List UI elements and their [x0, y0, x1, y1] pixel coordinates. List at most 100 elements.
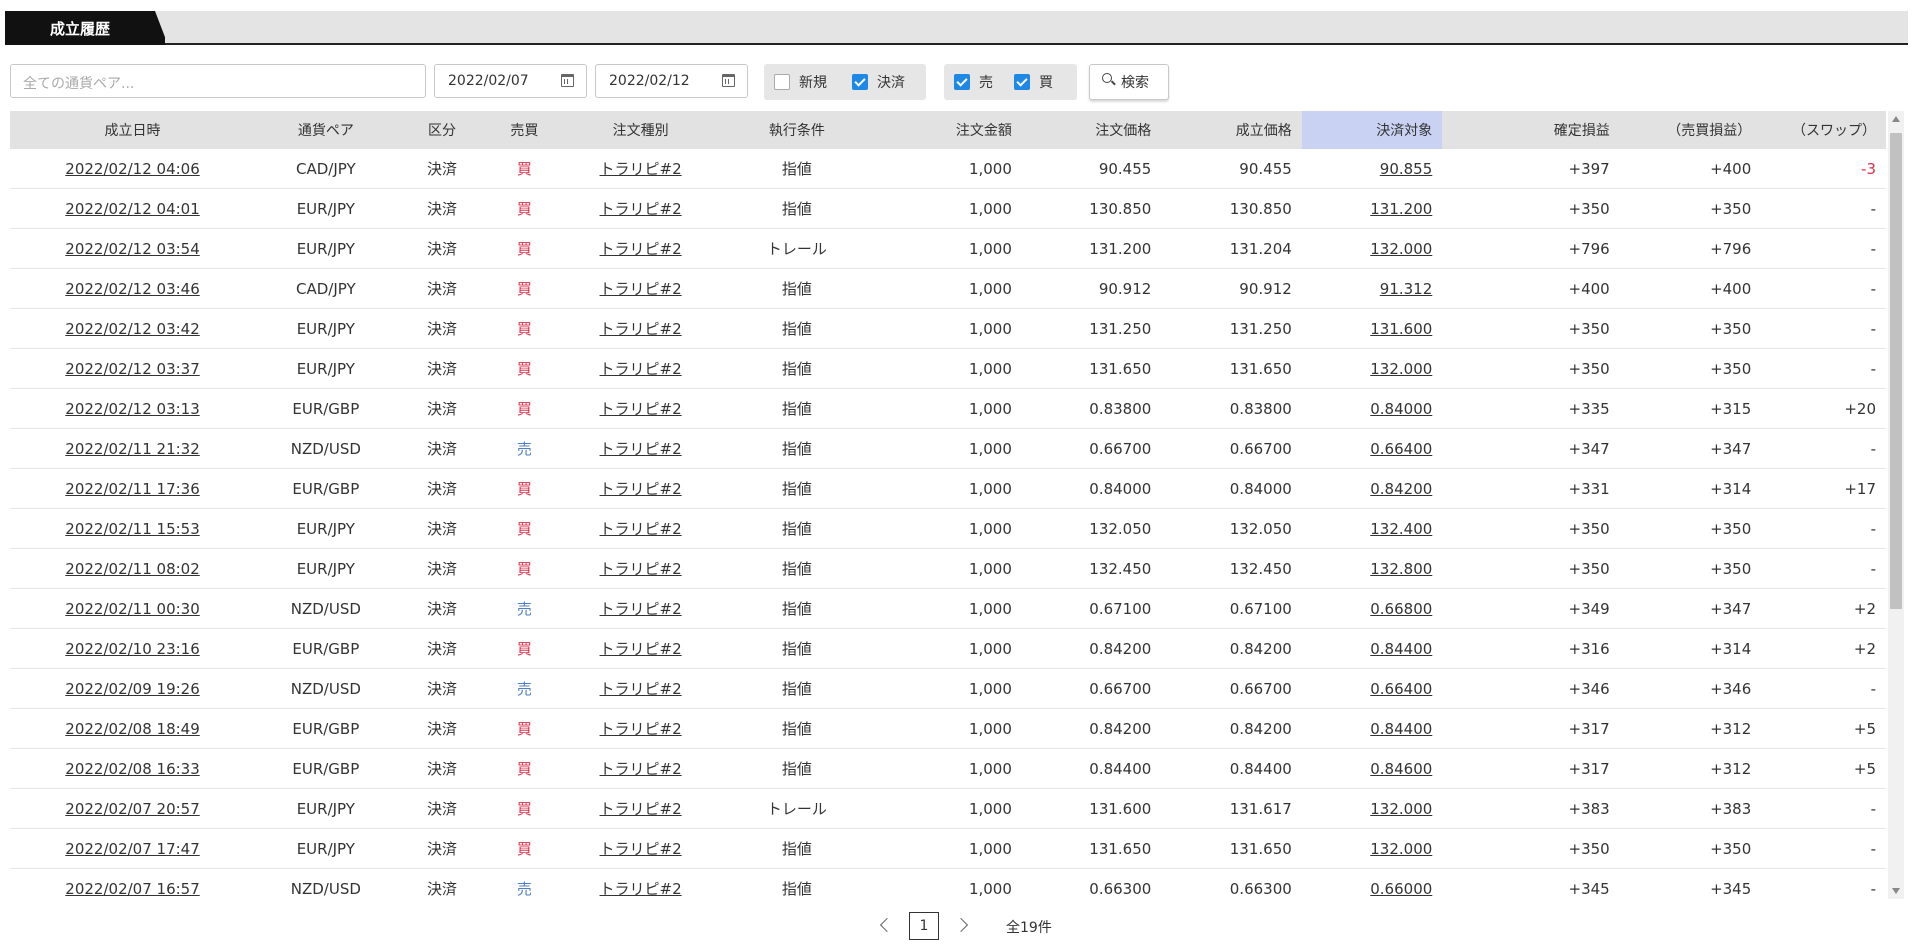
order-type-cell[interactable]: トラリピ#2 — [561, 708, 720, 749]
calendar-icon[interactable] — [722, 74, 735, 87]
order-type-cell-value[interactable]: トラリピ#2 — [600, 640, 682, 658]
order-type-cell[interactable]: トラリピ#2 — [561, 668, 720, 709]
settle-target-cell[interactable]: 0.66000 — [1301, 868, 1443, 899]
checkbox-settle-box[interactable] — [852, 74, 868, 90]
datetime-cell[interactable]: 2022/02/11 08:02 — [10, 548, 256, 589]
scrollbar-thumb[interactable] — [1890, 133, 1902, 609]
settle-target-cell-value[interactable]: 132.000 — [1370, 360, 1432, 378]
settle-target-cell[interactable]: 132.000 — [1301, 348, 1443, 389]
checkbox-buy[interactable]: 買 — [1014, 72, 1053, 92]
date-from-field[interactable]: 2022/02/07 — [434, 64, 587, 98]
vertical-scrollbar[interactable] — [1888, 111, 1904, 899]
settle-target-cell[interactable]: 131.200 — [1301, 188, 1443, 229]
date-to-field[interactable]: 2022/02/12 — [595, 64, 748, 98]
order-type-cell-value[interactable]: トラリピ#2 — [600, 200, 682, 218]
calendar-icon[interactable] — [561, 74, 574, 87]
datetime-cell[interactable]: 2022/02/12 03:46 — [10, 268, 256, 309]
datetime-cell-value[interactable]: 2022/02/07 16:57 — [65, 880, 199, 898]
settle-target-cell-value[interactable]: 131.200 — [1370, 200, 1432, 218]
order-type-cell-value[interactable]: トラリピ#2 — [600, 600, 682, 618]
order-type-cell-value[interactable]: トラリピ#2 — [600, 800, 682, 818]
settle-target-cell[interactable]: 0.84400 — [1301, 628, 1443, 669]
checkbox-new-box[interactable] — [774, 74, 790, 90]
chevron-right-icon[interactable] — [953, 917, 969, 933]
order-type-cell[interactable]: トラリピ#2 — [561, 428, 720, 469]
datetime-cell[interactable]: 2022/02/08 16:33 — [10, 748, 256, 789]
settle-target-cell-value[interactable]: 0.66400 — [1370, 440, 1432, 458]
datetime-cell[interactable]: 2022/02/11 00:30 — [10, 588, 256, 629]
datetime-cell-value[interactable]: 2022/02/12 03:13 — [65, 400, 199, 418]
settle-target-cell-value[interactable]: 0.84200 — [1370, 480, 1432, 498]
settle-target-cell-value[interactable]: 132.800 — [1370, 560, 1432, 578]
settle-target-cell-value[interactable]: 91.312 — [1380, 280, 1433, 298]
order-type-cell[interactable]: トラリピ#2 — [561, 348, 720, 389]
col-header[interactable]: 執行条件 — [719, 111, 875, 149]
chevron-left-icon[interactable] — [879, 917, 895, 933]
order-type-cell[interactable]: トラリピ#2 — [561, 748, 720, 789]
settle-target-cell[interactable]: 91.312 — [1301, 268, 1443, 309]
settle-target-cell[interactable]: 131.600 — [1301, 308, 1443, 349]
datetime-cell[interactable]: 2022/02/11 21:32 — [10, 428, 256, 469]
settle-target-cell-value[interactable]: 0.84400 — [1370, 720, 1432, 738]
datetime-cell[interactable]: 2022/02/12 04:06 — [10, 149, 256, 189]
settle-target-cell[interactable]: 0.66400 — [1301, 428, 1443, 469]
checkbox-new[interactable]: 新規 — [774, 72, 827, 92]
datetime-cell-value[interactable]: 2022/02/11 17:36 — [65, 480, 199, 498]
datetime-cell-value[interactable]: 2022/02/09 19:26 — [65, 680, 199, 698]
col-header[interactable]: 成立日時 — [10, 111, 256, 149]
scroll-down-icon[interactable] — [1892, 888, 1900, 894]
datetime-cell[interactable]: 2022/02/08 18:49 — [10, 708, 256, 749]
order-type-cell-value[interactable]: トラリピ#2 — [600, 400, 682, 418]
datetime-cell[interactable]: 2022/02/12 03:13 — [10, 388, 256, 429]
order-type-cell[interactable]: トラリピ#2 — [561, 149, 720, 189]
settle-target-cell-value[interactable]: 90.855 — [1380, 160, 1433, 178]
datetime-cell-value[interactable]: 2022/02/08 16:33 — [65, 760, 199, 778]
settle-target-cell-value[interactable]: 132.000 — [1370, 800, 1432, 818]
datetime-cell-value[interactable]: 2022/02/12 04:01 — [65, 200, 199, 218]
settle-target-cell[interactable]: 90.855 — [1301, 149, 1443, 189]
settle-target-cell-value[interactable]: 132.000 — [1370, 840, 1432, 858]
settle-target-cell-value[interactable]: 0.66800 — [1370, 600, 1432, 618]
settle-target-cell[interactable]: 0.84000 — [1301, 388, 1443, 429]
settle-target-cell-value[interactable]: 0.84600 — [1370, 760, 1432, 778]
datetime-cell[interactable]: 2022/02/11 15:53 — [10, 508, 256, 549]
order-type-cell[interactable]: トラリピ#2 — [561, 388, 720, 429]
datetime-cell[interactable]: 2022/02/12 03:54 — [10, 228, 256, 269]
currency-pair-input[interactable]: 全ての通貨ペア... — [10, 64, 426, 98]
order-type-cell[interactable]: トラリピ#2 — [561, 268, 720, 309]
datetime-cell[interactable]: 2022/02/07 20:57 — [10, 788, 256, 829]
col-header[interactable]: （スワップ） — [1761, 111, 1886, 149]
settle-target-cell[interactable]: 0.84400 — [1301, 708, 1443, 749]
order-type-cell-value[interactable]: トラリピ#2 — [600, 320, 682, 338]
order-type-cell-value[interactable]: トラリピ#2 — [600, 160, 682, 178]
order-type-cell[interactable]: トラリピ#2 — [561, 308, 720, 349]
order-type-cell-value[interactable]: トラリピ#2 — [600, 520, 682, 538]
col-header[interactable]: （売買損益） — [1619, 111, 1762, 149]
datetime-cell-value[interactable]: 2022/02/10 23:16 — [65, 640, 199, 658]
datetime-cell-value[interactable]: 2022/02/11 15:53 — [65, 520, 199, 538]
order-type-cell-value[interactable]: トラリピ#2 — [600, 880, 682, 898]
datetime-cell-value[interactable]: 2022/02/11 21:32 — [65, 440, 199, 458]
order-type-cell-value[interactable]: トラリピ#2 — [600, 440, 682, 458]
col-header[interactable]: 注文金額 — [874, 111, 1022, 149]
datetime-cell-value[interactable]: 2022/02/08 18:49 — [65, 720, 199, 738]
col-header[interactable]: 売買 — [487, 111, 562, 149]
order-type-cell[interactable]: トラリピ#2 — [561, 628, 720, 669]
datetime-cell-value[interactable]: 2022/02/12 03:46 — [65, 280, 199, 298]
order-type-cell[interactable]: トラリピ#2 — [561, 828, 720, 869]
checkbox-settle[interactable]: 決済 — [852, 72, 905, 92]
col-header-highlighted[interactable]: 決済対象 — [1301, 111, 1443, 149]
settle-target-cell[interactable]: 0.84200 — [1301, 468, 1443, 509]
order-type-cell[interactable]: トラリピ#2 — [561, 788, 720, 829]
order-type-cell-value[interactable]: トラリピ#2 — [600, 760, 682, 778]
order-type-cell-value[interactable]: トラリピ#2 — [600, 560, 682, 578]
datetime-cell-value[interactable]: 2022/02/11 00:30 — [65, 600, 199, 618]
order-type-cell-value[interactable]: トラリピ#2 — [600, 480, 682, 498]
settle-target-cell-value[interactable]: 0.84400 — [1370, 640, 1432, 658]
datetime-cell-value[interactable]: 2022/02/12 03:37 — [65, 360, 199, 378]
col-header[interactable]: 確定損益 — [1442, 111, 1620, 149]
page-number-button[interactable]: 1 — [909, 912, 939, 940]
datetime-cell-value[interactable]: 2022/02/11 08:02 — [65, 560, 199, 578]
checkbox-sell-box[interactable] — [954, 74, 970, 90]
col-header[interactable]: 成立価格 — [1161, 111, 1302, 149]
